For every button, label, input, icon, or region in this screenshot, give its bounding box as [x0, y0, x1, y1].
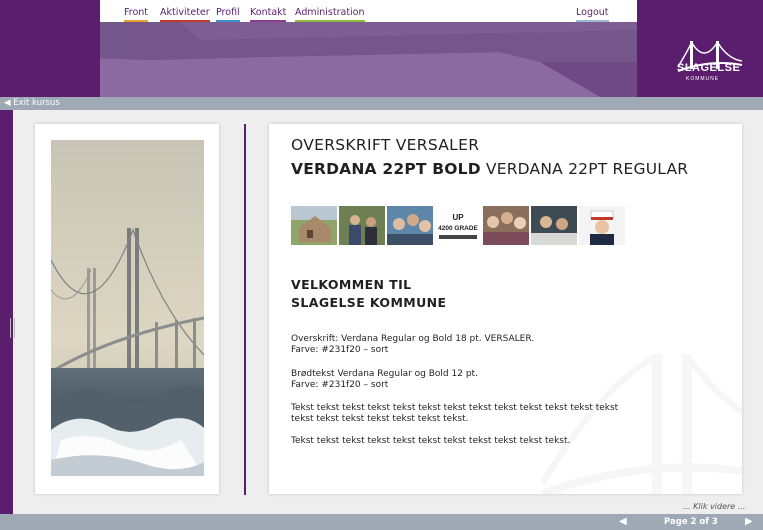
- bridge-photo: [51, 140, 204, 476]
- header: Front Aktiviteter Profil Kontakt Adminis…: [0, 0, 763, 97]
- thumbnail-up-grade[interactable]: UP 4200 GRADE: [435, 206, 481, 245]
- logo-subtext: KOMMUNE: [686, 76, 720, 82]
- exit-label: Exit kursus: [13, 98, 60, 108]
- nav-administration[interactable]: Administration: [295, 7, 365, 22]
- thumbnail-building[interactable]: [291, 206, 337, 245]
- welcome-line-2: SLAGELSE KOMMUNE: [291, 295, 447, 310]
- vertical-divider: [244, 124, 246, 495]
- thumbnail-graduate[interactable]: [579, 206, 625, 245]
- thumbnail-group[interactable]: [387, 206, 433, 245]
- welcome-line-1: VELKOMMEN TIL: [291, 277, 412, 292]
- svg-text:4200 GRADE: 4200 GRADE: [438, 225, 478, 232]
- welcome-heading: VELKOMMEN TIL SLAGELSE KOMMUNE: [291, 276, 446, 312]
- thumbnail-classroom[interactable]: [531, 206, 577, 245]
- logout-link[interactable]: Logout: [576, 7, 609, 22]
- paragraph-line: Tekst tekst tekst tekst tekst tekst teks…: [291, 403, 619, 413]
- thumbnail-people[interactable]: [483, 206, 529, 245]
- triangle-left-icon[interactable]: ◀: [619, 516, 627, 527]
- paragraph-overskrift: Overskrift: Verdana Regular og Bold 18 p…: [291, 334, 534, 356]
- heading-verdana: VERDANA 22PT BOLD VERDANA 22PT REGULAR: [291, 160, 688, 178]
- heading-regular-part: VERDANA 22PT REGULAR: [480, 160, 689, 178]
- paragraph-brodtekst: Brødtekst Verdana Regular og Bold 12 pt.…: [291, 369, 478, 391]
- paragraph-line: Brødtekst Verdana Regular og Bold 12 pt.: [291, 369, 478, 379]
- page-indicator: Page 2 of 3: [664, 517, 718, 527]
- logo-text: SLAGELSE: [677, 62, 741, 74]
- pagination-bar: ◀ Page 2 of 3 ▶: [0, 514, 763, 530]
- heading-versaler: OVERSKRIFT VERSALER: [291, 136, 480, 154]
- exit-course-link[interactable]: ◀ Exit kursus: [4, 98, 60, 109]
- nav-kontakt[interactable]: Kontakt: [250, 7, 287, 22]
- arrow-left-icon: ◀: [4, 98, 11, 108]
- thumbnail-students[interactable]: [339, 206, 385, 245]
- paragraph-tekst-2: Tekst tekst tekst tekst tekst tekst teks…: [291, 436, 570, 447]
- nav-profil[interactable]: Profil: [216, 7, 240, 22]
- left-side-bar: [0, 110, 13, 514]
- nav-front[interactable]: Front: [124, 7, 149, 22]
- paragraph-line: Tekst tekst tekst tekst tekst tekst teks…: [291, 436, 571, 446]
- content-card: OVERSKRIFT VERSALER VERDANA 22PT BOLD VE…: [269, 124, 742, 494]
- top-nav: Front Aktiviteter Profil Kontakt Adminis…: [100, 0, 637, 22]
- paragraph-line: Overskrift: Verdana Regular og Bold 18 p…: [291, 334, 535, 344]
- svg-text:UP: UP: [452, 213, 464, 222]
- paragraph-line: Farve: #231f20 – sort: [291, 380, 389, 390]
- exit-bar: ◀ Exit kursus: [0, 97, 763, 110]
- paragraph-tekst-1: Tekst tekst tekst tekst tekst tekst teks…: [291, 403, 618, 425]
- paragraph-line: tekst tekst tekst tekst tekst tekst teks…: [291, 414, 469, 424]
- triangle-right-icon[interactable]: ▶: [745, 516, 753, 527]
- nav-aktiviteter[interactable]: Aktiviteter: [160, 7, 210, 22]
- panel-resize-handle[interactable]: [10, 318, 15, 338]
- image-card: [35, 124, 219, 494]
- paragraph-line: Farve: #231f20 – sort: [291, 345, 389, 355]
- heading-bold-part: VERDANA 22PT BOLD: [291, 160, 481, 178]
- klik-videre-link[interactable]: ... Klik videre ...: [683, 502, 745, 511]
